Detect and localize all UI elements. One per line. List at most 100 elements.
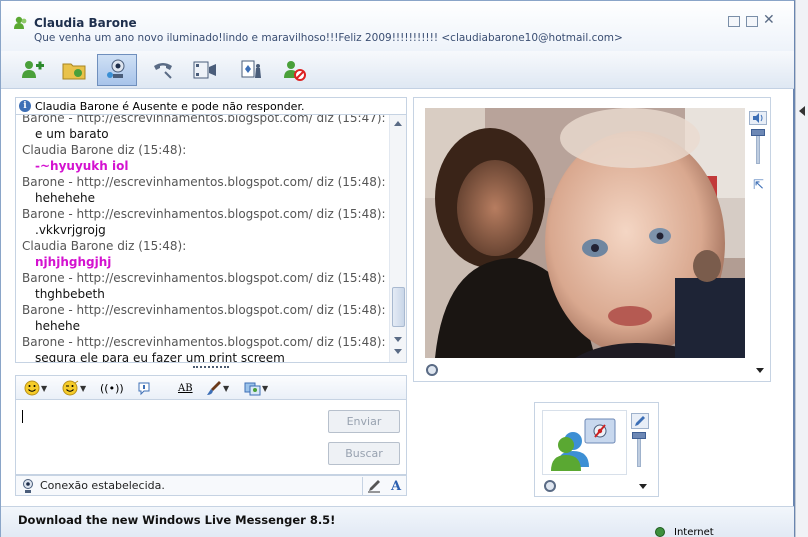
pen-icon	[635, 416, 645, 426]
webcam-icon	[107, 59, 125, 78]
chat-sender-line: Barone - http://escrevinhamentos.blogspo…	[22, 115, 386, 125]
smiley-icon	[24, 380, 40, 396]
connection-status-text: Conexão estabelecida.	[40, 479, 165, 492]
internet-zone-indicator: Internet	[655, 527, 795, 537]
text-mode-button[interactable]: A	[386, 477, 406, 495]
chat-sender-line: Claudia Barone diz (15:48):	[22, 239, 187, 253]
globe-icon	[655, 527, 665, 537]
my-display-picture[interactable]	[542, 410, 627, 475]
text-caret	[22, 410, 23, 423]
chat-sender-line: Barone - http://escrevinhamentos.blogspo…	[22, 207, 386, 221]
chat-scrollbar[interactable]	[389, 115, 406, 362]
chat-sender-line: Barone - http://escrevinhamentos.blogspo…	[22, 271, 386, 285]
popout-icon[interactable]: ⇱	[753, 179, 765, 192]
connection-status-bar: Conexão estabelecida. A	[15, 475, 407, 496]
paintbrush-icon	[207, 381, 221, 395]
chat-message-line: .vkkvrjgrojg	[35, 223, 106, 237]
webcam-options-icon[interactable]	[426, 364, 438, 376]
minimize-button[interactable]	[728, 16, 740, 27]
nudge-icon: ((•))	[100, 381, 124, 395]
video-call-button[interactable]	[185, 54, 225, 86]
scrollbar-thumb[interactable]	[392, 287, 405, 327]
away-notice-text: Claudia Barone é Ausente e pode não resp…	[35, 99, 305, 113]
my-volume-slider-track[interactable]	[637, 435, 641, 467]
invite-contact-button[interactable]	[12, 54, 52, 86]
volume-slider-thumb[interactable]	[751, 129, 765, 136]
chat-sender-line: Barone - http://escrevinhamentos.blogspo…	[22, 335, 386, 349]
invite-contact-icon	[22, 61, 44, 78]
chat-sender-line: Claudia Barone diz (15:48):	[22, 143, 187, 157]
chat-message-line: e um barato	[35, 127, 109, 141]
chat-message-line: -~hyuyukh iol	[35, 159, 129, 173]
contact-name: Claudia Barone	[34, 16, 137, 30]
send-files-button[interactable]	[54, 54, 94, 86]
chat-sender-line: Barone - http://escrevinhamentos.blogspo…	[22, 175, 386, 189]
download-promo-link[interactable]: Download the new Windows Live Messenger …	[18, 513, 335, 527]
games-button[interactable]	[231, 54, 271, 86]
scroll-up-arrow-icon[interactable]	[394, 121, 402, 126]
chat-message-line: njhjhghgjhj	[35, 255, 112, 269]
video-dropdown-arrow-icon[interactable]	[756, 368, 764, 373]
action-toolbar	[1, 51, 794, 89]
webcam-small-icon	[23, 478, 33, 493]
chat-history[interactable]: Barone - http://escrevinhamentos.blogspo…	[15, 115, 407, 363]
chat-window: Claudia Barone Que venha um ano novo ilu…	[0, 0, 795, 537]
message-input[interactable]: Enviar Buscar	[15, 399, 407, 475]
block-contact-icon	[284, 61, 306, 81]
send-button[interactable]: Enviar	[328, 410, 400, 433]
contact-webcam-feed	[425, 108, 745, 358]
my-display-picture-panel	[534, 402, 659, 497]
maximize-button[interactable]	[746, 16, 758, 27]
send-files-icon	[62, 63, 86, 80]
video-call-icon	[193, 61, 216, 79]
share-button[interactable]: ▼	[244, 379, 268, 397]
volume-slider-track[interactable]	[756, 132, 760, 164]
collapse-arrow-icon[interactable]	[799, 106, 805, 116]
handwriting-button[interactable]	[362, 477, 384, 495]
change-font-button[interactable]: AB	[178, 379, 193, 397]
chat-sender-line: Barone - http://escrevinhamentos.blogspo…	[22, 303, 386, 317]
resize-splitter[interactable]	[193, 366, 229, 370]
contact-video-panel: ⇱	[413, 97, 771, 382]
chat-message-line: hehehe	[35, 319, 80, 333]
emoticon-button[interactable]: ▼	[24, 379, 47, 397]
my-volume-slider-thumb[interactable]	[632, 432, 646, 439]
wink-button[interactable]: ▼	[62, 379, 86, 397]
window-edge-strip	[795, 0, 808, 537]
messenger-buddy-picture	[551, 418, 616, 471]
wink-icon	[62, 380, 79, 396]
scroll-down-arrow-icon[interactable]	[394, 337, 402, 342]
webcam-video-image	[425, 108, 745, 358]
formatting-toolbar: ▼ ▼ ((•)) AB ▼ ▼	[15, 375, 407, 399]
voice-clip-icon	[138, 382, 150, 396]
share-icon	[244, 382, 261, 396]
chat-message-line: hehehehe	[35, 191, 95, 205]
my-webcam-icon[interactable]	[544, 480, 556, 492]
my-picture-dropdown-arrow-icon[interactable]	[639, 484, 647, 489]
call-icon	[154, 63, 172, 79]
webcam-button[interactable]	[97, 54, 137, 86]
title-bar: Claudia Barone Que venha um ano novo ilu…	[1, 1, 794, 51]
search-button[interactable]: Buscar	[328, 442, 400, 465]
contact-personal-message: Que venha um ano novo iluminado!lindo e …	[34, 32, 623, 44]
call-button[interactable]	[143, 54, 183, 86]
chat-lines: Barone - http://escrevinhamentos.blogspo…	[22, 115, 387, 363]
scroll-end-arrow-icon[interactable]	[394, 349, 402, 354]
voice-clip-button[interactable]	[136, 379, 152, 397]
speaker-button[interactable]	[749, 111, 767, 125]
block-contact-button[interactable]	[274, 54, 314, 86]
chat-message-line: segura ele para eu fazer um print screem	[35, 351, 285, 363]
messenger-buddy-icon	[14, 16, 27, 29]
games-icon	[241, 60, 261, 78]
font-icon: AB	[178, 382, 193, 394]
background-button[interactable]: ▼	[206, 379, 229, 397]
chat-message-line: thghbebeth	[35, 287, 105, 301]
edit-picture-button[interactable]	[631, 413, 649, 429]
internet-zone-label: Internet	[674, 526, 714, 537]
info-icon: i	[19, 100, 31, 112]
speaker-icon	[753, 113, 763, 123]
pen-icon	[367, 480, 380, 493]
close-button[interactable]: ✕	[763, 13, 775, 27]
away-notice: i Claudia Barone é Ausente e pode não re…	[15, 97, 407, 115]
nudge-button[interactable]: ((•))	[100, 379, 124, 397]
